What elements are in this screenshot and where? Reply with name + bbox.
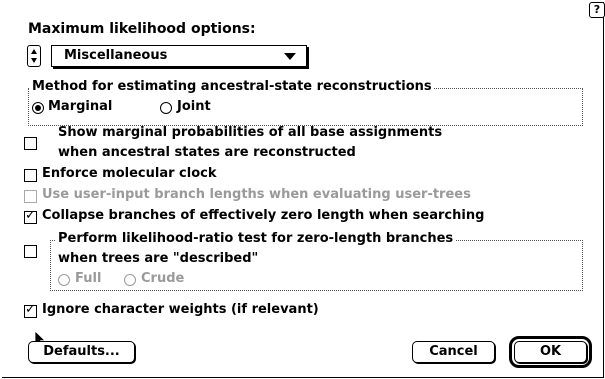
chevron-down-icon	[284, 53, 296, 60]
lrt-crude-radio[interactable]	[124, 274, 136, 286]
stepper-down-arrow-icon[interactable]	[31, 58, 37, 63]
joint-radio-label: Joint	[177, 99, 211, 114]
category-popup-value: Miscellaneous	[64, 48, 168, 63]
stepper-icon[interactable]	[27, 45, 41, 67]
lrt-label-line2: when trees are "described"	[58, 251, 259, 266]
category-popup[interactable]: Miscellaneous	[51, 45, 307, 67]
ok-button[interactable]: OK	[509, 336, 592, 368]
defaults-button[interactable]: Defaults...	[28, 341, 135, 363]
lrt-full-radio[interactable]	[58, 274, 70, 286]
lrt-checkbox[interactable]	[24, 245, 37, 258]
ignore-weights-label: Ignore character weights (if relevant)	[42, 302, 319, 317]
show-marginal-label-line2: when ancestral states are reconstructed	[58, 145, 356, 160]
checkmark-icon: ✓	[25, 208, 36, 223]
checkmark-icon: ✓	[25, 302, 36, 317]
lrt-crude-label: Crude	[141, 271, 185, 286]
enforce-clock-checkbox[interactable]	[24, 169, 37, 182]
stepper-up-arrow-icon[interactable]	[31, 49, 37, 54]
show-marginal-checkbox[interactable]	[24, 137, 37, 150]
collapse-zero-checkbox[interactable]: ✓	[24, 208, 37, 224]
enforce-clock-label: Enforce molecular clock	[42, 166, 217, 181]
collapse-zero-label: Collapse branches of effectively zero le…	[42, 208, 485, 223]
joint-radio[interactable]	[160, 102, 172, 114]
use-input-lengths-checkbox[interactable]	[24, 190, 37, 203]
cancel-button[interactable]: Cancel	[412, 341, 495, 363]
lrt-label-line1: Perform likelihood-ratio test for zero-l…	[56, 231, 456, 246]
marginal-radio[interactable]	[32, 102, 44, 114]
dialog-title: Maximum likelihood options:	[28, 21, 256, 37]
use-input-lengths-label: Use user-input branch lengths when evalu…	[42, 187, 471, 202]
help-icon[interactable]: ?	[589, 2, 605, 18]
ancestral-method-group-label: Method for estimating ancestral-state re…	[30, 79, 434, 94]
marginal-radio-label: Marginal	[48, 99, 113, 114]
lrt-full-label: Full	[75, 271, 102, 286]
show-marginal-label-line1: Show marginal probabilities of all base …	[58, 125, 443, 140]
ignore-weights-checkbox[interactable]: ✓	[24, 302, 37, 318]
